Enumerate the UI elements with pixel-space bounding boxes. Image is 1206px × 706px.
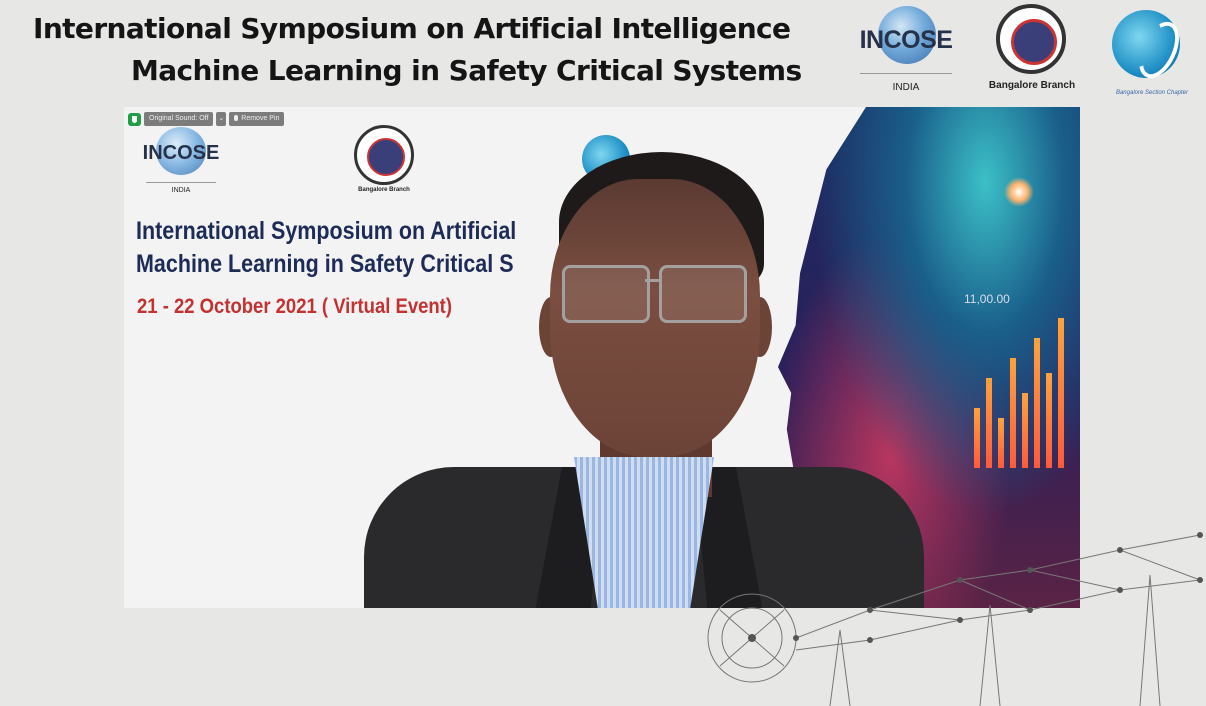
aero-logo-caption: Bangalore Branch: [988, 80, 1076, 91]
chart-bar: [1022, 393, 1028, 468]
event-title-line2: Machine Learning in Safety Critical Syst…: [131, 54, 802, 87]
ieee-systems-council-logo: Bangalore Section Chapter: [1104, 6, 1200, 98]
chart-price-label: 11,00.00: [964, 292, 1010, 306]
chart-bar: [998, 418, 1004, 468]
glasses-lens-left: [562, 265, 650, 323]
zoom-toolbar: Original Sound: Off ⌄ Remove Pin: [128, 111, 285, 127]
aero-seal-icon: [996, 4, 1066, 74]
presenter-shirt: [574, 457, 714, 608]
light-flare: [1004, 177, 1034, 207]
chart-bar: [986, 378, 992, 468]
original-sound-button[interactable]: Original Sound: Off: [144, 112, 214, 126]
chart-bar: [1010, 358, 1016, 468]
chart-bar: [1046, 373, 1052, 468]
chart-bar: [974, 408, 980, 468]
pin-icon: [234, 115, 239, 122]
glasses-lens-right: [659, 265, 747, 323]
slide-incose-sub: INDIA: [171, 187, 191, 194]
remove-pin-label: Remove Pin: [241, 115, 280, 122]
slide-incose-logo: INCOSE INDIA: [142, 127, 220, 197]
event-title-line1: International Symposium on Artificial In…: [33, 12, 791, 45]
network-graphic: [707, 532, 1203, 706]
chart-bar: [1058, 318, 1064, 468]
incose-logo-word: INCOSE: [859, 26, 953, 54]
remove-pin-button[interactable]: Remove Pin: [229, 112, 285, 126]
incose-logo-sub: INDIA: [892, 82, 920, 93]
ieee-logo-caption: Bangalore Section Chapter: [1115, 90, 1189, 96]
chevron-down-icon[interactable]: ⌄: [216, 112, 227, 126]
aeronautical-society-logo: Bangalore Branch: [982, 4, 1082, 96]
security-shield-icon[interactable]: [128, 112, 141, 126]
logo-divider: [146, 182, 216, 183]
chart-bar: [1034, 338, 1040, 468]
slide-incose-word: INCOSE: [142, 142, 220, 164]
glasses-bridge: [645, 279, 661, 282]
ieee-globe-icon: [1112, 10, 1188, 85]
logo-divider: [860, 73, 952, 74]
